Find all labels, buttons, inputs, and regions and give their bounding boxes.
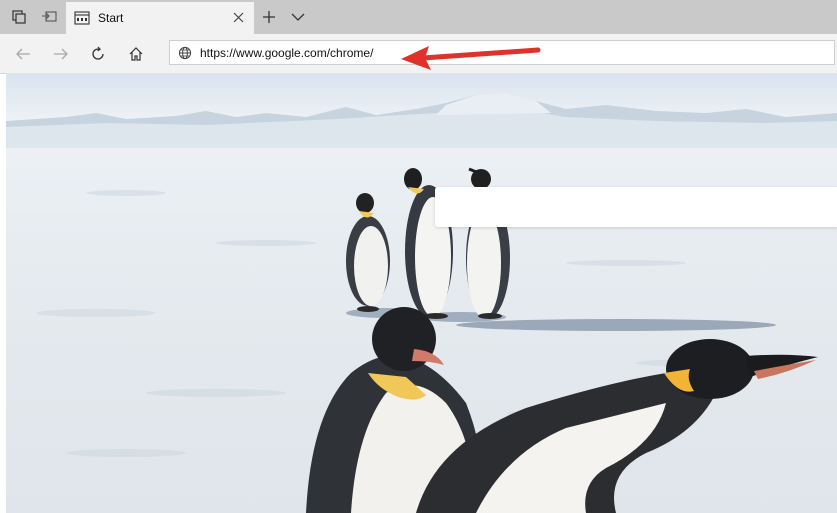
home-button[interactable] — [125, 43, 147, 65]
globe-icon — [178, 46, 192, 65]
home-icon — [129, 47, 143, 61]
tab-title: Start — [98, 11, 124, 25]
new-tab-page — [6, 73, 837, 513]
close-icon[interactable] — [230, 9, 246, 25]
annotation-arrow-icon — [401, 46, 541, 70]
tabs-aside-icon[interactable] — [8, 6, 30, 28]
forward-button[interactable] — [50, 43, 72, 65]
chevron-down-icon — [291, 13, 305, 21]
set-aside-icon[interactable] — [38, 6, 60, 28]
back-button[interactable] — [12, 43, 34, 65]
plus-icon — [263, 11, 275, 23]
new-tab-button[interactable] — [258, 7, 280, 27]
penguins-background-image — [6, 93, 837, 513]
new-tab-page-icon — [74, 11, 90, 30]
back-arrow-icon — [16, 48, 30, 60]
search-box[interactable] — [435, 187, 837, 227]
tab-start[interactable]: Start — [66, 2, 254, 34]
tab-preview-button[interactable] — [287, 7, 309, 27]
browser-window: Start https://www.google.com/chrome/ — [0, 0, 837, 513]
forward-arrow-icon — [54, 48, 68, 60]
address-url[interactable]: https://www.google.com/chrome/ — [200, 46, 373, 60]
refresh-icon — [92, 46, 104, 60]
tab-strip: Start — [0, 0, 837, 34]
refresh-button[interactable] — [87, 43, 109, 65]
